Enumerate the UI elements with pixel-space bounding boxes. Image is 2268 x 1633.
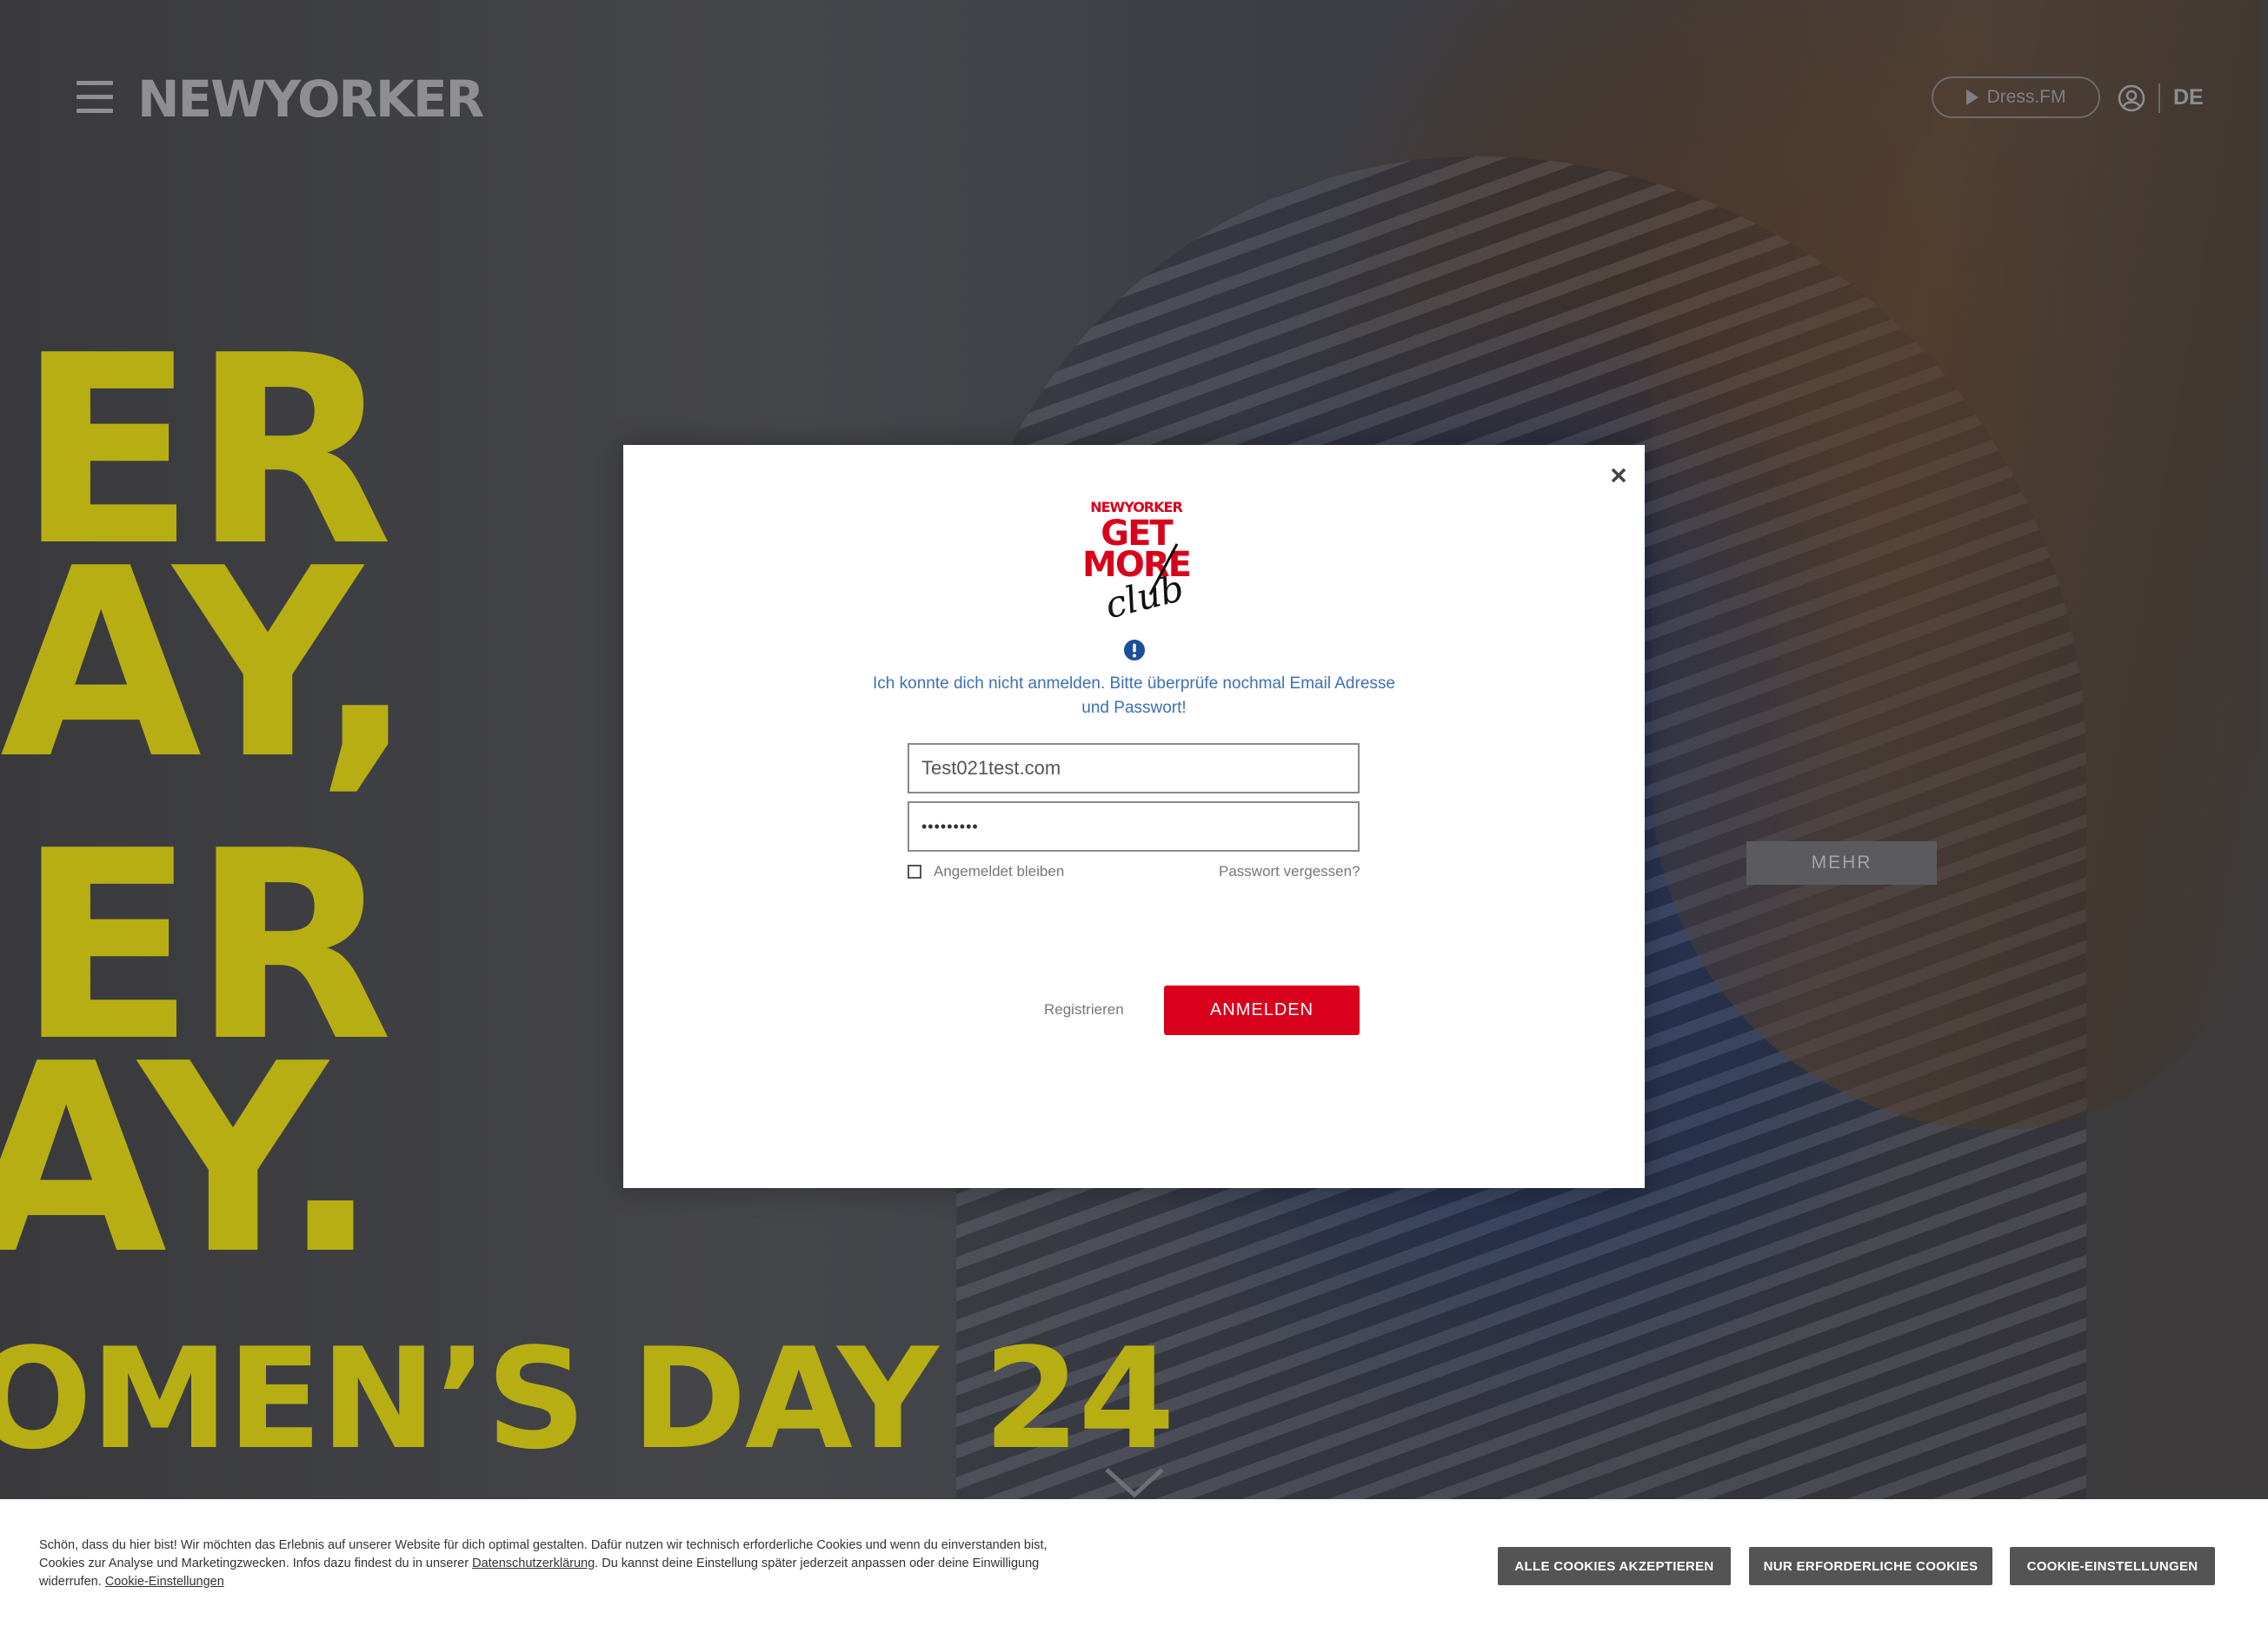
register-link[interactable]: Registrieren (1044, 1001, 1124, 1019)
mehr-button[interactable]: MEHR (1746, 841, 1937, 885)
dressfm-label: Dress.FM (1986, 87, 2066, 107)
cookie-banner: Schön, dass du hier bist! Wir möchten da… (0, 1499, 2268, 1633)
forgot-password-link[interactable]: Passwort vergessen? (1219, 863, 1360, 880)
header-divider (2158, 83, 2160, 113)
only-required-cookies-button[interactable]: NUR ERFORDERLICHE COOKIES (1749, 1547, 1992, 1585)
remember-me-label: Angemeldet bleiben (934, 863, 1065, 880)
play-icon (1965, 90, 1979, 105)
user-icon[interactable] (2118, 84, 2145, 112)
close-icon[interactable] (1606, 462, 1632, 488)
chevron-down-icon[interactable] (1104, 1467, 1165, 1498)
email-value: Test021test.com (921, 757, 1061, 779)
get-more-club-logo: NEWYORKER GET MORE club (1075, 499, 1197, 629)
cookie-settings-button[interactable]: COOKIE-EINSTELLUNGEN (2010, 1547, 2215, 1585)
remember-me[interactable]: Angemeldet bleiben (908, 863, 1064, 880)
remember-me-checkbox[interactable] (908, 865, 921, 879)
cookie-notice-text: Schön, dass du hier bist! Wir möchten da… (39, 1537, 1065, 1591)
privacy-policy-link[interactable]: Datenschutzerklärung (472, 1557, 595, 1570)
hero-campaign-title: OMEN’S DAY 24 (0, 1318, 1175, 1480)
menu-icon[interactable] (76, 81, 113, 116)
login-error-message: Ich konnte dich nicht anmelden. Bitte üb… (873, 674, 1395, 717)
dressfm-button[interactable]: Dress.FM (1932, 76, 2100, 118)
alert-icon (1124, 640, 1145, 661)
password-value: ••••••••• (921, 817, 979, 835)
password-field[interactable]: ••••••••• (908, 801, 1360, 852)
login-modal: NEWYORKER GET MORE club Ich konnte dich … (623, 445, 1645, 1188)
cookie-settings-link[interactable]: Cookie-Einstellungen (105, 1575, 224, 1589)
login-button[interactable]: ANMELDEN (1164, 986, 1360, 1035)
site-logo[interactable]: NEWYORKER (137, 70, 484, 129)
hero-headline-line-4: AY. (0, 1008, 380, 1311)
accept-all-cookies-button[interactable]: ALLE COOKIES AKZEPTIEREN (1498, 1547, 1731, 1585)
email-field[interactable]: Test021test.com (908, 743, 1360, 793)
hero-headline-line-2: AY, (0, 513, 415, 816)
site-header: NEWYORKER Dress.FM DE (0, 0, 2268, 200)
language-selector[interactable]: DE (2173, 85, 2204, 110)
